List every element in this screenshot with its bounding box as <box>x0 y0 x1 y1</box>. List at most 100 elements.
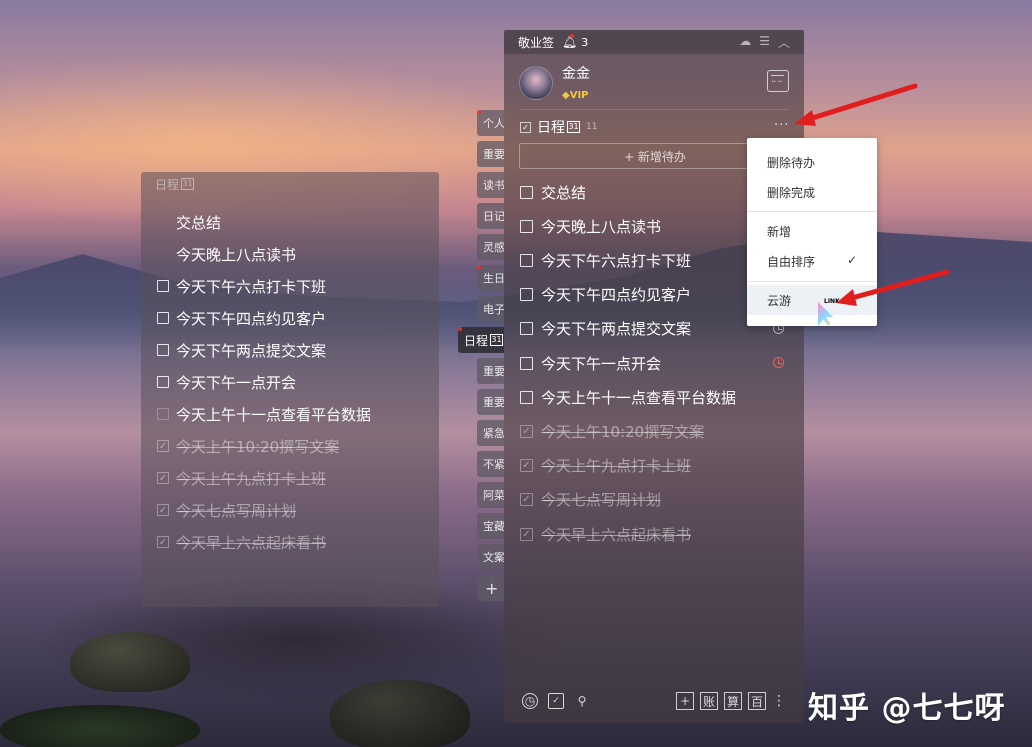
tab-1[interactable]: 重要 <box>477 141 504 167</box>
checkbox[interactable] <box>520 219 533 233</box>
tab-label: 重要 <box>483 148 504 161</box>
checkbox[interactable] <box>520 390 533 404</box>
list-item: ✓ 今天上午10:20撰写文案 <box>157 435 339 457</box>
tab-8[interactable]: 重要 <box>477 358 504 384</box>
checkbox[interactable] <box>520 322 533 336</box>
notification-count: 3 <box>581 35 589 49</box>
checkbox[interactable] <box>157 344 169 356</box>
checkbox[interactable]: ✓ <box>157 440 169 452</box>
checkbox[interactable] <box>520 356 533 370</box>
tab-3[interactable]: 日记 <box>477 203 504 229</box>
todo-item[interactable]: ✓ 今天七点写周计划 <box>520 489 661 511</box>
checkbox[interactable] <box>157 408 169 420</box>
menu-item-free-sort[interactable]: 自由排序 <box>767 251 815 271</box>
tab-label: 重要 <box>483 365 504 378</box>
list-item: 交总结 <box>157 211 221 233</box>
tab-11[interactable]: 不紧 <box>477 451 504 477</box>
tab-9[interactable]: 重要 <box>477 389 504 415</box>
add-icon[interactable]: + <box>676 692 694 710</box>
user-info[interactable]: 金金 ◆VIP <box>519 63 590 102</box>
calculator-button[interactable]: 算 <box>724 692 742 710</box>
todo-item[interactable]: ✓ 今天上午九点打卡上班 <box>520 455 691 477</box>
tab-0[interactable]: 个人 <box>477 110 504 136</box>
red-dot-badge <box>458 327 462 331</box>
collapse-icon[interactable]: ︿ <box>778 34 790 51</box>
todo-text: 今天早上六点起床看书 <box>541 525 692 544</box>
watermark: 知乎 @七七呀 <box>808 691 1006 726</box>
more-vertical-icon[interactable]: ⋮ <box>772 693 786 709</box>
tab-5[interactable]: 生日 <box>477 265 504 291</box>
avatar[interactable] <box>519 65 553 100</box>
search-icon[interactable]: ⚲ <box>574 693 590 709</box>
item-text: 今天下午四点约见客户 <box>176 309 327 328</box>
tab-6[interactable]: 电子 <box>477 296 504 322</box>
todo-item[interactable]: ✓ 今天上午10:20撰写文案 <box>520 420 704 442</box>
user-name: 金金 <box>562 66 590 82</box>
tab-label: 日记 <box>483 210 504 223</box>
menu-item-cloud[interactable]: 云游 <box>767 290 791 310</box>
title-bar: 敬业签 🔔︎ 3 ☁ ☰ ︿ <box>504 30 804 54</box>
tab-7[interactable]: 日程 31 <box>458 327 504 353</box>
list-item: ✓ 今天上午九点打卡上班 <box>157 467 326 489</box>
menu-item-delete-done[interactable]: 删除完成 <box>767 182 815 202</box>
checkbox[interactable] <box>157 312 169 324</box>
checkbox[interactable] <box>157 280 169 292</box>
menu-item-delete-todo[interactable]: 删除待办 <box>767 152 815 172</box>
hundred-button[interactable]: 百 <box>748 692 766 710</box>
todo-item[interactable]: 今天晚上八点读书 <box>520 215 661 237</box>
checkbox[interactable]: ✓ <box>520 424 533 438</box>
item-text: 今天早上六点起床看书 <box>176 533 327 552</box>
checkbox[interactable] <box>520 288 533 302</box>
item-text: 交总结 <box>176 213 222 232</box>
checkbox[interactable] <box>520 253 533 267</box>
bell-icon[interactable]: 🔔︎ <box>562 34 577 49</box>
more-options-icon[interactable]: ··· <box>774 118 789 133</box>
todo-text: 今天七点写周计划 <box>541 491 662 510</box>
tab-4[interactable]: 灵感 <box>477 234 504 260</box>
cloud-sync-icon[interactable]: ☁ <box>739 34 751 51</box>
menu-icon[interactable]: ☰ <box>759 34 770 51</box>
todo-item[interactable]: 今天下午六点打卡下班 <box>520 249 691 271</box>
item-text: 今天晚上八点读书 <box>176 245 297 264</box>
item-text: 今天七点写周计划 <box>176 501 297 520</box>
tab-10[interactable]: 紧急 <box>477 420 504 446</box>
todo-item[interactable]: 交总结 <box>520 181 586 203</box>
list-item: ✓ 今天早上六点起床看书 <box>157 531 326 553</box>
menu-separator <box>747 211 877 212</box>
checkbox[interactable]: ✓ <box>520 527 533 541</box>
add-tab-button[interactable]: + <box>477 575 504 601</box>
todo-item[interactable]: 今天下午两点提交文案 <box>520 318 691 340</box>
checkbox[interactable]: ✓ <box>157 536 169 548</box>
schedule-preview-panel: 日程 31 交总结 今天晚上八点读书 今天下午六点打卡下班 今天下午四点约见客户 今天下… <box>141 172 439 607</box>
checkbox[interactable]: ✓ <box>157 472 169 484</box>
checkbox[interactable]: ✓ <box>157 504 169 516</box>
tab-label: 宝藏 <box>483 520 504 533</box>
tab-label: 生日 <box>483 272 504 285</box>
list-item: 今天下午两点提交文案 <box>157 339 326 361</box>
ledger-button[interactable]: 账 <box>700 692 718 710</box>
checkbox[interactable] <box>157 376 169 388</box>
todo-text: 今天下午四点约见客户 <box>541 286 692 305</box>
preview-title: 日程 <box>155 177 180 192</box>
checklist-icon[interactable]: ✓ <box>548 693 564 709</box>
tab-2[interactable]: 读书 <box>477 172 504 198</box>
red-arrow-icon <box>836 269 950 306</box>
reminder-clock-icon[interactable] <box>773 357 784 368</box>
todo-item[interactable]: 今天下午一点开会 <box>520 352 661 374</box>
list-item: ✓ 今天七点写周计划 <box>157 499 296 521</box>
menu-item-new[interactable]: 新增 <box>767 221 791 241</box>
clock-icon[interactable]: ◷ <box>522 693 538 709</box>
calendar-icon[interactable] <box>767 70 789 92</box>
tab-14[interactable]: 文案 <box>477 544 504 570</box>
checkbox[interactable]: ✓ <box>520 459 533 473</box>
todo-item[interactable]: ✓ 今天早上六点起床看书 <box>520 523 691 545</box>
tab-12[interactable]: 阿菜 <box>477 482 504 508</box>
tab-label: 不紧 <box>483 458 504 471</box>
todo-item[interactable]: 今天上午十一点查看平台数据 <box>520 386 736 408</box>
checkbox[interactable] <box>520 185 533 199</box>
todo-text: 今天下午一点开会 <box>541 354 662 373</box>
todo-item[interactable]: 今天下午四点约见客户 <box>520 284 691 306</box>
checkbox[interactable]: ✓ <box>520 493 533 507</box>
tab-13[interactable]: 宝藏 <box>477 513 504 539</box>
tab-label: 电子 <box>483 303 504 316</box>
